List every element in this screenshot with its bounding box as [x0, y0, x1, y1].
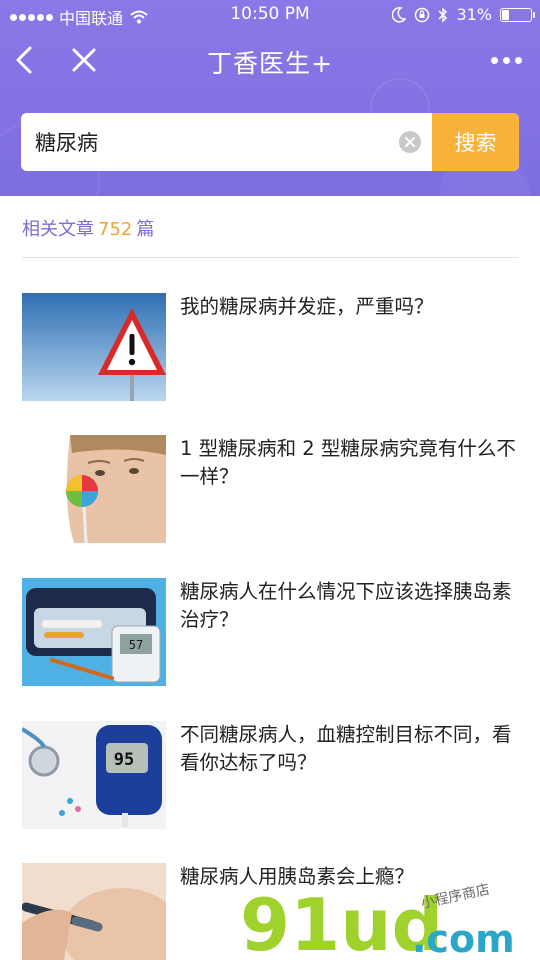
result-count-unit: 篇	[136, 219, 155, 240]
insulin-pen-image	[22, 863, 166, 960]
glucose-reading: 95	[114, 750, 134, 770]
child-lollipop-image	[22, 435, 166, 543]
result-count: 相关文章 752 篇	[22, 215, 154, 241]
article-item[interactable]: 我的糖尿病并发症，严重吗？	[22, 293, 518, 401]
status-bar: 中国联通 10:50 PM 31%	[0, 0, 540, 30]
header: 中国联通 10:50 PM 31% 丁香医生+ 糖尿病 搜索	[0, 0, 540, 196]
article-title: 我的糖尿病并发症，严重吗？	[180, 295, 434, 318]
clear-icon	[399, 131, 421, 153]
article-item[interactable]: 57 糖尿病人在什么情况下应该选择胰岛素治疗？	[22, 578, 518, 686]
battery-icon	[500, 7, 535, 22]
article-title: 糖尿病人在什么情况下应该选择胰岛素治疗？	[180, 580, 512, 631]
search-bar: 搜索	[21, 113, 519, 171]
more-dots-icon	[490, 56, 498, 64]
watermark: 91ud .com 小程序商店	[240, 868, 540, 960]
divider	[22, 257, 518, 258]
battery-fill	[502, 9, 510, 20]
warning-sign-image	[22, 293, 166, 401]
svg-text:57: 57	[129, 638, 143, 652]
search-input[interactable]	[21, 113, 388, 171]
nav-bar: 丁香医生+	[0, 30, 540, 90]
article-title: 1 型糖尿病和 2 型糖尿病究竟有什么不一样？	[180, 437, 516, 488]
search-button[interactable]: 搜索	[432, 113, 519, 171]
article-item[interactable]: 95 不同糖尿病人，血糖控制目标不同，看看你达标了吗？	[22, 721, 518, 829]
watermark-domain: .com	[412, 917, 515, 960]
moon-icon	[392, 6, 407, 23]
battery-percent: 31%	[456, 5, 492, 24]
article-item[interactable]: 1 型糖尿病和 2 型糖尿病究竟有什么不一样？	[22, 435, 518, 543]
clear-search-button[interactable]	[388, 113, 432, 171]
rotation-lock-icon	[415, 7, 430, 22]
result-count-label: 相关文章	[22, 219, 94, 240]
insulin-kit-image: 57	[22, 578, 166, 686]
more-button[interactable]	[486, 46, 526, 74]
page-title: 丁香医生+	[207, 49, 333, 78]
glucose-meter-image: 95	[22, 721, 166, 829]
bluetooth-icon	[438, 6, 448, 23]
result-count-number: 752	[98, 219, 133, 240]
article-title: 不同糖尿病人，血糖控制目标不同，看看你达标了吗？	[180, 723, 512, 774]
